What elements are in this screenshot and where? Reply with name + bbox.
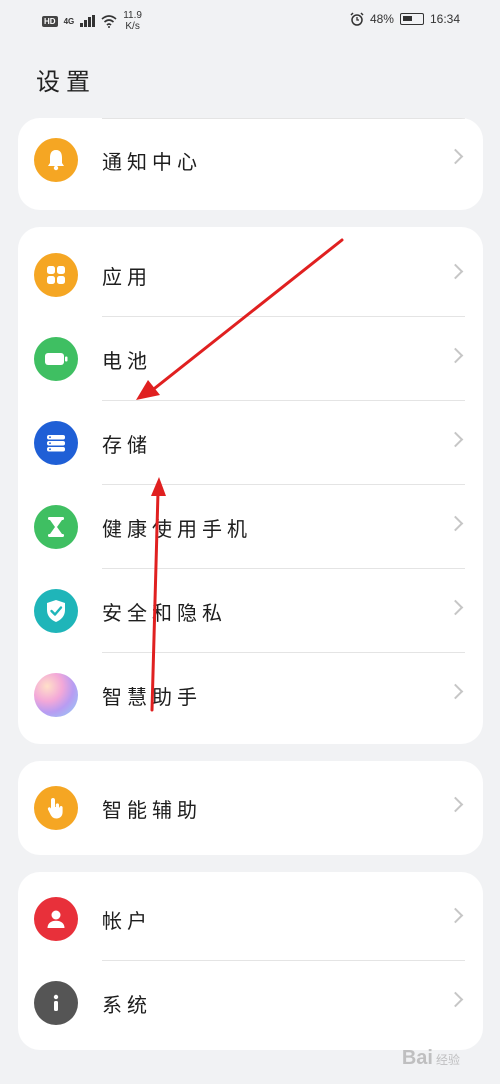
status-right: 48% 16:34 xyxy=(350,12,460,26)
settings-item-label: 智能辅助 xyxy=(102,798,202,822)
battery-status-icon xyxy=(399,13,424,25)
settings-item-accessibility[interactable]: 智能辅助 xyxy=(18,766,483,850)
chevron-right-icon xyxy=(447,907,464,924)
settings-item-label: 帐户 xyxy=(102,909,152,933)
user-icon xyxy=(34,897,78,941)
settings-group-device: 应用 电池 存储 健康使用手机 安全和隐私 智慧助手 xyxy=(18,227,483,744)
settings-item-apps[interactable]: 应用 xyxy=(18,233,483,317)
bell-icon xyxy=(34,138,78,182)
hd-badge: HD xyxy=(42,15,58,27)
apps-grid-icon xyxy=(34,253,78,297)
chevron-right-icon xyxy=(447,148,464,165)
clock: 16:34 xyxy=(429,12,460,26)
chevron-right-icon xyxy=(447,431,464,448)
baidu-watermark: Bai 经验 xyxy=(401,1047,460,1069)
page-title: 设置 xyxy=(36,68,96,96)
settings-item-smart-assistant[interactable]: 智慧助手 xyxy=(18,653,483,737)
status-bar: HD 4G 11.9 K/s 48% 16:34 xyxy=(0,0,500,44)
settings-group-notifications: 通知中心 xyxy=(18,118,483,210)
settings-item-storage[interactable]: 存储 xyxy=(18,401,483,485)
chevron-right-icon xyxy=(447,515,464,532)
alarm-icon xyxy=(350,12,364,26)
assistant-orb-icon xyxy=(34,673,78,717)
network-type: 4G xyxy=(63,16,75,26)
settings-item-security-privacy[interactable]: 安全和隐私 xyxy=(18,569,483,653)
battery-percent: 48% xyxy=(369,12,394,26)
settings-item-notification-center[interactable]: 通知中心 xyxy=(18,118,483,202)
settings-item-label: 应用 xyxy=(102,265,152,289)
chevron-right-icon xyxy=(447,991,464,1008)
chevron-right-icon xyxy=(447,599,464,616)
settings-item-label: 安全和隐私 xyxy=(102,601,227,625)
storage-icon xyxy=(34,421,78,465)
info-icon xyxy=(34,981,78,1025)
chevron-right-icon xyxy=(447,683,464,700)
settings-item-label: 电池 xyxy=(102,349,152,373)
settings-item-battery[interactable]: 电池 xyxy=(18,317,483,401)
network-speed: 11.9 K/s xyxy=(123,10,142,32)
chevron-right-icon xyxy=(447,263,464,280)
hand-pointer-icon xyxy=(34,786,78,830)
settings-item-account[interactable]: 帐户 xyxy=(18,877,483,961)
settings-item-label: 智慧助手 xyxy=(102,685,202,709)
wifi-icon xyxy=(101,14,117,28)
status-left: HD 4G 11.9 K/s xyxy=(42,10,142,32)
settings-item-label: 通知中心 xyxy=(102,150,202,174)
battery-icon xyxy=(34,337,78,381)
hourglass-icon xyxy=(34,505,78,549)
settings-item-digital-balance[interactable]: 健康使用手机 xyxy=(18,485,483,569)
chevron-right-icon xyxy=(447,347,464,364)
settings-item-label: 系统 xyxy=(102,993,152,1017)
settings-item-label: 健康使用手机 xyxy=(102,517,252,541)
signal-icon xyxy=(80,15,96,27)
settings-item-system[interactable]: 系统 xyxy=(18,961,483,1045)
settings-group-accessibility: 智能辅助 xyxy=(18,761,483,855)
shield-check-icon xyxy=(34,589,78,633)
chevron-right-icon xyxy=(447,796,464,813)
settings-group-account-system: 帐户 系统 xyxy=(18,872,483,1050)
settings-item-label: 存储 xyxy=(102,433,152,457)
